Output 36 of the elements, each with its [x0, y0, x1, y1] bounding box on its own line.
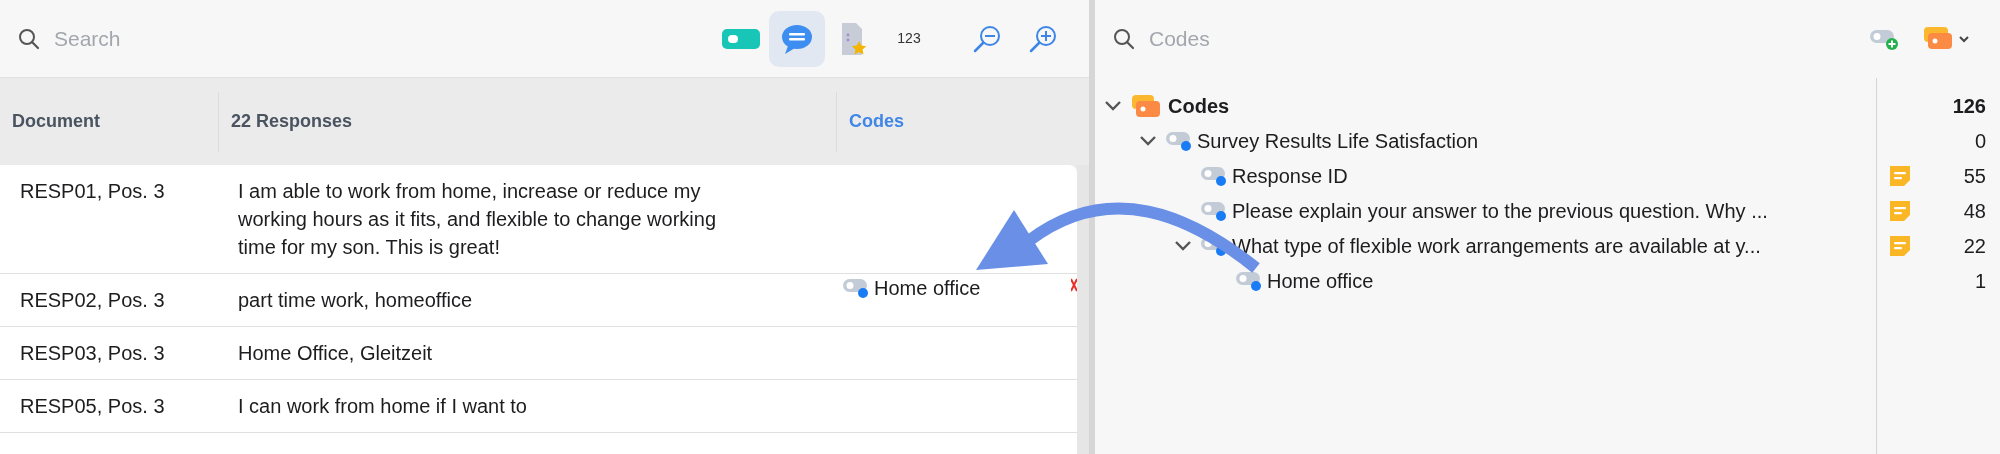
table-cell: I can work from home if I want to: [238, 395, 527, 417]
expand-chevron-icon[interactable]: [1103, 99, 1122, 112]
search-field[interactable]: Codes: [1147, 22, 1447, 56]
item-count: 22: [1963, 233, 1986, 259]
search-field[interactable]: Search: [52, 21, 352, 56]
table-cell: RESP02, Pos. 3: [20, 289, 165, 311]
search-icon: [18, 27, 40, 50]
expand-chevron-icon[interactable]: [1138, 134, 1157, 147]
table-cell: part time work, homeoffice: [238, 289, 473, 311]
tree-item[interactable]: Please explain your answer to the previous question. Why ...: [1232, 195, 1768, 226]
tree-item[interactable]: Survey Results Life Satisfaction: [1197, 125, 1479, 156]
table-cell: RESP05, Pos. 3: [20, 395, 165, 417]
item-count: 48: [1963, 198, 1986, 224]
comment-button[interactable]: [769, 10, 825, 67]
code-label: Home office: [874, 276, 981, 301]
zoom-in-icon: [1028, 23, 1058, 54]
table-cell: Home Office, Gleitzeit: [238, 342, 433, 364]
column-header[interactable]: 22 Responses: [218, 91, 836, 152]
tree-root-label[interactable]: Codes: [1168, 90, 1230, 121]
item-count: 0: [1974, 128, 1986, 154]
item-count: 126: [1952, 93, 1986, 119]
zoom-out-icon: [972, 23, 1002, 54]
scrollbar-track[interactable]: [1077, 165, 1089, 454]
code-icon: [842, 276, 870, 300]
tree-item[interactable]: Home office: [1267, 265, 1374, 296]
expand-chevron-icon[interactable]: [1173, 239, 1192, 252]
item-count: 55: [1963, 163, 1986, 189]
tree-item[interactable]: Response ID: [1232, 160, 1348, 191]
search-icon: [1113, 28, 1135, 50]
table-cell: RESP03, Pos. 3: [20, 342, 165, 364]
numbers-button[interactable]: 123: [881, 10, 937, 67]
remove-icon[interactable]: [1071, 278, 1077, 292]
item-count: 1: [1974, 268, 1986, 294]
table-cell: RESP01, Pos. 3: [20, 180, 165, 202]
table-cell: I am able to work from home, increase or reduce my working hours as it fits, and flexible to change working time for my son. This is great!: [238, 180, 717, 258]
column-header[interactable]: Document: [0, 91, 218, 152]
